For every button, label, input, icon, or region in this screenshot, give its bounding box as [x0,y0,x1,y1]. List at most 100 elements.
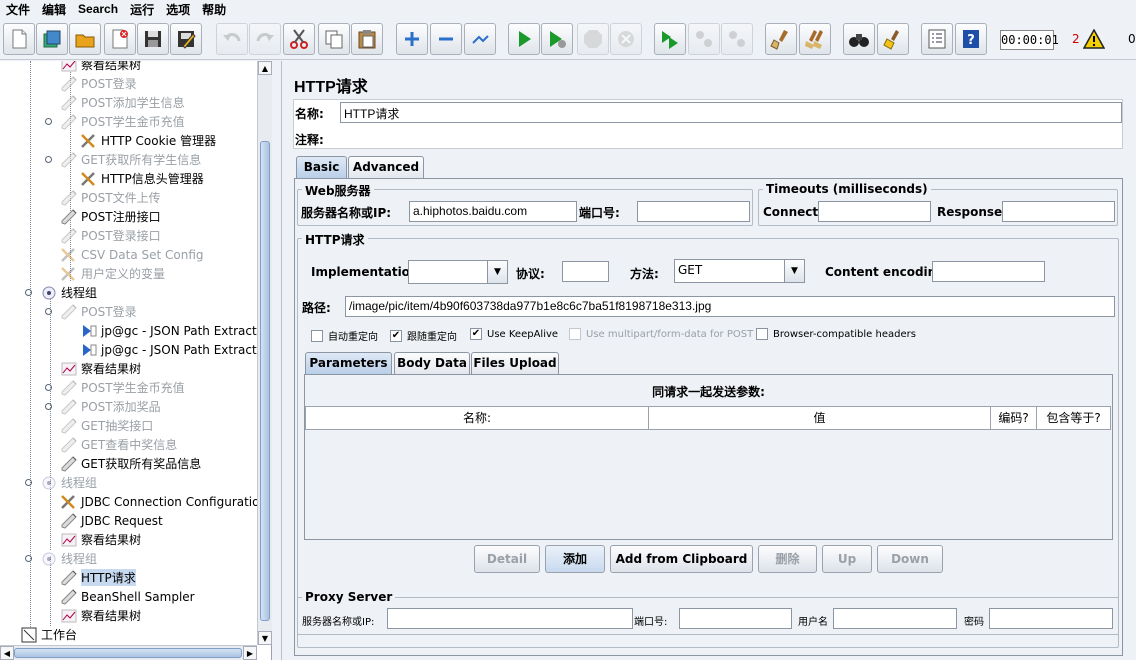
help-icon[interactable]: ? [955,23,987,55]
scroll-left-icon[interactable]: ◀ [0,646,14,660]
response-timeout-field[interactable] [1002,201,1115,222]
tree-expand-handle[interactable] [45,384,52,391]
tree-hscroll-thumb[interactable] [14,648,242,658]
scroll-down-icon[interactable]: ▼ [258,631,272,645]
shutdown-icon[interactable] [610,23,642,55]
tree-node[interactable]: 察看结果树 [60,61,141,74]
new-icon[interactable] [3,23,35,55]
proxy-password-field[interactable] [989,608,1113,629]
checkbox-box[interactable] [311,329,323,342]
paste-icon[interactable] [351,23,383,55]
tree-horizontal-scrollbar[interactable]: ◀ ▶ [0,645,257,660]
remote-stop-icon[interactable] [688,23,720,55]
tree-node[interactable]: jp@gc - JSON Path Extractor [80,321,269,340]
remote-start-icon[interactable] [654,23,686,55]
encoding-field[interactable] [932,261,1045,282]
scroll-up-icon[interactable]: ▲ [258,61,272,75]
checkbox-keepalive[interactable]: ✔ Use KeepAlive [470,328,558,340]
checkbox-box[interactable] [756,328,768,340]
delete-button[interactable]: 删除 [758,545,817,573]
tree-node[interactable]: GET获取所有奖品信息 [60,454,201,473]
detail-button[interactable]: Detail [474,545,540,573]
expand-icon[interactable] [396,23,428,55]
tree-node[interactable]: 察看结果树 [60,359,141,378]
tab-files-upload[interactable]: Files Upload [471,352,559,374]
column-value[interactable]: 值 [649,407,991,429]
warning-icon[interactable] [1083,29,1105,49]
checkbox-auto-redirect[interactable]: 自动重定向 [311,328,378,343]
down-button[interactable]: Down [877,545,943,573]
tree-node[interactable]: 线程组 [40,549,97,568]
tree-node[interactable]: CSV Data Set Config [60,245,204,264]
tree-node[interactable]: BeanShell Sampler [60,587,195,606]
tree-expand-handle[interactable] [25,479,32,486]
start-icon[interactable] [508,23,540,55]
checkbox-multipart[interactable]: Use multipart/form-data for POST [569,328,753,340]
tree-node[interactable]: POST登录接口 [60,226,161,245]
add-from-clipboard-button[interactable]: Add from Clipboard [610,545,753,573]
comment-field[interactable] [335,127,1122,148]
remote-shutdown-icon[interactable] [721,23,753,55]
start-no-pause-icon[interactable] [541,23,573,55]
search-icon[interactable] [843,23,875,55]
toggle-icon[interactable] [464,23,496,55]
tree-expand-handle[interactable] [45,403,52,410]
close-icon[interactable] [104,23,136,55]
proxy-server-field[interactable] [387,608,633,629]
tree-node[interactable]: 工作台 [20,625,77,644]
undo-icon[interactable] [216,23,248,55]
tree-expand-handle[interactable] [45,308,52,315]
open-icon[interactable] [69,23,101,55]
cut-icon[interactable] [283,23,315,55]
tree-node[interactable]: POST登录 [60,74,137,93]
tree-node[interactable]: HTTP Cookie 管理器 [80,131,216,150]
tree-expand-handle[interactable] [25,555,32,562]
menu-search[interactable]: Search [72,2,124,16]
scroll-right-icon[interactable]: ▶ [243,646,257,660]
tree-node[interactable]: GET获取所有学生信息 [60,150,201,169]
port-field[interactable] [637,201,750,222]
tree-expand-handle[interactable] [45,118,52,125]
column-encode[interactable]: 编码? [991,407,1037,429]
tree-node[interactable]: HTTP请求 [60,568,136,587]
tree-node[interactable]: POST添加学生信息 [60,93,185,112]
tab-parameters[interactable]: Parameters [305,352,392,374]
implementation-select[interactable]: ▼ [408,260,508,284]
path-field[interactable]: /image/pic/item/4b90f603738da977b1e8c6c7… [345,296,1115,317]
checkbox-browser-headers[interactable]: Browser-compatible headers [756,328,916,340]
clear-icon[interactable] [765,23,797,55]
column-name[interactable]: 名称: [306,407,649,429]
server-field[interactable]: a.hiphotos.baidu.com [409,201,577,222]
tab-body-data[interactable]: Body Data [394,352,470,374]
save-as-icon[interactable] [170,23,202,55]
menu-run[interactable]: 运行 [124,1,160,18]
tree-node[interactable]: GET抽奖接口 [60,416,153,435]
collapse-icon[interactable] [430,23,462,55]
copy-icon[interactable] [318,23,350,55]
clear-all-icon[interactable] [799,23,831,55]
connect-timeout-field[interactable] [818,201,931,222]
up-button[interactable]: Up [822,545,872,573]
add-button[interactable]: 添加 [545,545,605,573]
menu-edit[interactable]: 编辑 [36,1,72,18]
templates-icon[interactable] [36,23,68,55]
tree-expand-handle[interactable] [45,156,52,163]
tree-node[interactable]: POST注册接口 [60,207,161,226]
tree-node[interactable]: 线程组 [40,283,97,302]
function-helper-icon[interactable] [921,23,953,55]
tree-node[interactable]: GET查看中奖信息 [60,435,177,454]
proxy-username-field[interactable] [833,608,957,629]
tree-node[interactable]: HTTP信息头管理器 [80,169,204,188]
tree-node[interactable]: 线程组 [40,473,97,492]
tree-node[interactable]: POST添加奖品 [60,397,161,416]
tree-node[interactable]: JDBC Connection Configuration [60,492,267,511]
tab-advanced[interactable]: Advanced [348,156,424,178]
proxy-port-field[interactable] [679,608,792,629]
menu-help[interactable]: 帮助 [196,1,232,18]
reset-search-icon[interactable] [877,23,909,55]
stop-icon[interactable] [577,23,609,55]
tree-node[interactable]: POST学生金币充值 [60,378,185,397]
save-icon[interactable] [137,23,169,55]
redo-icon[interactable] [249,23,281,55]
tree-scroll-thumb[interactable] [260,141,270,621]
